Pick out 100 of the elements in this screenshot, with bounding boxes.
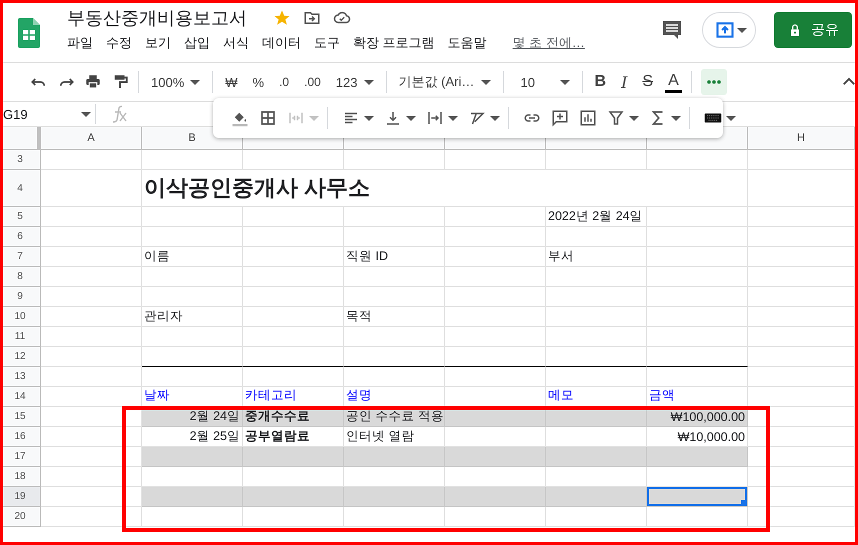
table-cell[interactable] bbox=[748, 367, 855, 387]
row-header[interactable]: 16 bbox=[0, 427, 41, 447]
table-cell[interactable] bbox=[142, 487, 243, 507]
table-cell[interactable] bbox=[41, 347, 142, 367]
table-cell[interactable] bbox=[647, 327, 748, 347]
table-cell[interactable] bbox=[243, 307, 344, 327]
table-cell[interactable] bbox=[142, 287, 243, 307]
table-cell[interactable] bbox=[748, 447, 855, 467]
table-cell[interactable] bbox=[243, 247, 344, 267]
table-cell[interactable] bbox=[344, 227, 445, 247]
table-cell[interactable] bbox=[142, 447, 243, 467]
row-header[interactable]: 15 bbox=[0, 407, 41, 427]
present-button[interactable] bbox=[702, 12, 756, 48]
row-header[interactable]: 7 bbox=[0, 247, 41, 267]
table-cell[interactable] bbox=[445, 367, 546, 387]
table-cell[interactable] bbox=[748, 487, 855, 507]
table-cell[interactable]: 카테고리 bbox=[243, 387, 344, 407]
row-header[interactable]: 4 bbox=[0, 170, 41, 207]
caret-icon[interactable] bbox=[406, 116, 416, 120]
table-cell[interactable] bbox=[142, 507, 243, 527]
table-cell[interactable] bbox=[748, 307, 855, 327]
sheets-logo-icon[interactable] bbox=[18, 18, 40, 48]
table-cell[interactable] bbox=[243, 150, 344, 170]
table-cell[interactable] bbox=[546, 507, 647, 527]
decrease-decimal-button[interactable]: .0 bbox=[276, 69, 292, 95]
filter-icon[interactable] bbox=[607, 109, 625, 127]
row-header[interactable]: 6 bbox=[0, 227, 41, 247]
document-title[interactable]: 부동산중개비용보고서 bbox=[67, 6, 247, 30]
table-cell[interactable] bbox=[445, 247, 546, 267]
row-header[interactable]: 5 bbox=[0, 207, 41, 227]
table-cell[interactable] bbox=[748, 407, 855, 427]
menu-item[interactable]: 도움말 bbox=[448, 34, 487, 52]
table-cell[interactable] bbox=[445, 447, 546, 467]
row-header[interactable]: 3 bbox=[0, 150, 41, 170]
table-cell[interactable] bbox=[243, 227, 344, 247]
caret-icon[interactable] bbox=[448, 116, 458, 120]
table-cell[interactable] bbox=[445, 207, 546, 227]
table-cell[interactable] bbox=[445, 227, 546, 247]
row-header[interactable]: 18 bbox=[0, 467, 41, 487]
table-cell[interactable]: 이름 bbox=[142, 247, 243, 267]
table-cell[interactable] bbox=[142, 347, 243, 367]
table-cell[interactable]: 부서 bbox=[546, 247, 647, 267]
table-cell[interactable] bbox=[748, 347, 855, 367]
column-header[interactable]: H bbox=[748, 127, 855, 149]
table-cell[interactable] bbox=[546, 487, 647, 507]
table-cell[interactable] bbox=[647, 150, 748, 170]
strikethrough-button[interactable]: S bbox=[639, 69, 656, 95]
table-cell[interactable] bbox=[647, 207, 748, 227]
table-cell[interactable] bbox=[445, 267, 546, 287]
menu-item[interactable]: 파일 bbox=[67, 34, 93, 52]
table-cell[interactable]: 직원 ID bbox=[344, 247, 445, 267]
table-cell[interactable] bbox=[142, 267, 243, 287]
table-cell[interactable] bbox=[546, 267, 647, 287]
align-bottom-icon[interactable] bbox=[384, 109, 402, 127]
table-cell[interactable] bbox=[546, 327, 647, 347]
add-comment-icon[interactable] bbox=[551, 109, 569, 127]
table-cell[interactable] bbox=[142, 227, 243, 247]
table-cell[interactable] bbox=[142, 207, 243, 227]
table-cell[interactable] bbox=[546, 150, 647, 170]
row-header[interactable]: 13 bbox=[0, 367, 41, 387]
table-cell[interactable] bbox=[41, 150, 142, 170]
font-dropdown[interactable]: 기본값 (Ari… bbox=[396, 69, 494, 95]
fill-handle[interactable] bbox=[741, 500, 747, 506]
menu-item[interactable]: 수정 bbox=[106, 34, 132, 52]
italic-button[interactable]: I bbox=[618, 69, 630, 95]
menu-item[interactable]: 보기 bbox=[145, 34, 171, 52]
table-cell[interactable] bbox=[546, 307, 647, 327]
table-cell[interactable] bbox=[445, 327, 546, 347]
menu-item[interactable]: 삽입 bbox=[184, 34, 210, 52]
table-cell[interactable] bbox=[647, 287, 748, 307]
table-cell[interactable] bbox=[142, 367, 243, 387]
table-cell[interactable] bbox=[243, 347, 344, 367]
table-cell[interactable] bbox=[445, 347, 546, 367]
table-cell[interactable] bbox=[344, 507, 445, 527]
menu-item[interactable]: 서식 bbox=[223, 34, 249, 52]
share-button[interactable]: 공유 bbox=[774, 12, 852, 48]
table-cell[interactable] bbox=[748, 170, 855, 207]
caret-icon[interactable] bbox=[726, 116, 736, 120]
caret-icon[interactable] bbox=[629, 116, 639, 120]
table-cell[interactable] bbox=[748, 427, 855, 447]
table-cell[interactable] bbox=[344, 327, 445, 347]
row-header[interactable]: 19 bbox=[0, 487, 41, 507]
table-cell[interactable] bbox=[546, 227, 647, 247]
table-cell[interactable] bbox=[647, 367, 748, 387]
table-cell[interactable]: 금액 bbox=[647, 387, 748, 407]
menu-item[interactable]: 데이터 bbox=[262, 34, 301, 52]
table-cell[interactable] bbox=[41, 507, 142, 527]
row-header[interactable]: 17 bbox=[0, 447, 41, 467]
caret-icon[interactable] bbox=[671, 116, 681, 120]
table-cell[interactable]: 메모 bbox=[546, 387, 647, 407]
table-cell[interactable] bbox=[748, 247, 855, 267]
table-cell[interactable] bbox=[41, 267, 142, 287]
table-cell[interactable] bbox=[445, 287, 546, 307]
table-cell[interactable] bbox=[647, 247, 748, 267]
table-cell[interactable] bbox=[344, 150, 445, 170]
column-header[interactable]: A bbox=[41, 127, 142, 149]
table-cell[interactable] bbox=[344, 447, 445, 467]
row-header[interactable]: 14 bbox=[0, 387, 41, 407]
row-header[interactable]: 10 bbox=[0, 307, 41, 327]
increase-decimal-button[interactable]: .00 bbox=[301, 69, 324, 95]
